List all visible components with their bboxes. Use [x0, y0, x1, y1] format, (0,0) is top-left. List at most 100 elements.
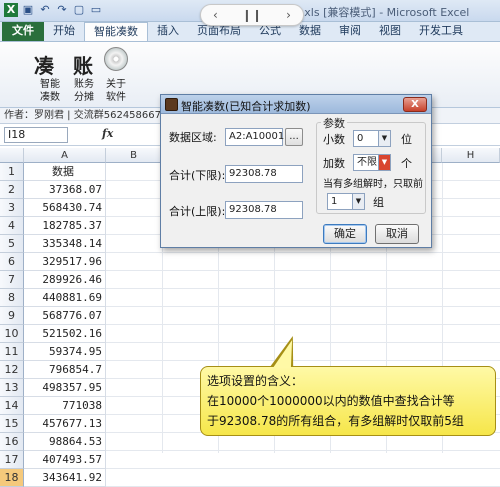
table-row: 7 289926.46	[0, 271, 500, 289]
column-header-a[interactable]: A	[24, 148, 106, 163]
column-header-b[interactable]: B	[106, 148, 162, 163]
row-header[interactable]: 17	[0, 451, 24, 469]
cell-a[interactable]: 457677.13	[24, 415, 106, 433]
tab-review[interactable]: 审阅	[330, 22, 370, 41]
row-header[interactable]: 2	[0, 181, 24, 199]
about-button[interactable]: 关于 软件	[102, 78, 130, 104]
cell-a[interactable]: 37368.07	[24, 181, 106, 199]
cell-a[interactable]: 568430.74	[24, 199, 106, 217]
redo-icon[interactable]: ↷	[55, 3, 69, 17]
select-all-corner[interactable]	[0, 148, 24, 163]
cell-a[interactable]: 796854.7	[24, 361, 106, 379]
row-header[interactable]: 4	[0, 217, 24, 235]
close-button[interactable]: X	[403, 97, 427, 112]
undo-icon[interactable]: ↶	[38, 3, 52, 17]
row-header[interactable]: 3	[0, 199, 24, 217]
next-icon[interactable]: ›	[286, 8, 291, 22]
row-header[interactable]: 7	[0, 271, 24, 289]
fx-icon[interactable]: fx	[102, 127, 113, 140]
cell-a[interactable]: 335348.14	[24, 235, 106, 253]
cell-a[interactable]: 440881.69	[24, 289, 106, 307]
groups-select[interactable]: 1 ▼	[327, 193, 365, 210]
range-label: 数据区域:	[169, 131, 217, 144]
previous-icon[interactable]: ‹	[213, 8, 218, 22]
decimals-unit: 位	[401, 133, 412, 146]
row-header[interactable]: 6	[0, 253, 24, 271]
about-label-2: 软件	[106, 92, 126, 103]
empty-cells[interactable]	[106, 271, 500, 289]
pause-icon[interactable]: ❙❙	[242, 8, 262, 22]
cell-a[interactable]: 59374.95	[24, 343, 106, 361]
cell-a[interactable]: 182785.37	[24, 217, 106, 235]
addends-value: 不限	[357, 157, 377, 168]
save-icon[interactable]: ▣	[21, 3, 35, 17]
params-title: 参数	[321, 115, 347, 131]
new-file-icon[interactable]: ▢	[72, 3, 86, 17]
excel-icon: X	[4, 3, 18, 17]
empty-cells[interactable]	[106, 289, 500, 307]
lower-limit-input[interactable]: 92308.78	[225, 165, 303, 183]
empty-cells[interactable]	[106, 469, 500, 487]
cd-icon[interactable]	[104, 47, 128, 71]
decimals-select[interactable]: 0 ▼	[353, 130, 391, 147]
tab-file[interactable]: 文件	[2, 22, 44, 41]
tab-insert[interactable]: 插入	[148, 22, 188, 41]
empty-cells[interactable]	[106, 307, 500, 325]
cell-a[interactable]: 329517.96	[24, 253, 106, 271]
chevron-down-icon[interactable]: ▼	[378, 131, 390, 146]
empty-cells[interactable]	[106, 343, 500, 361]
decimals-value: 0	[357, 133, 364, 144]
dialog-title-bar[interactable]: 智能凑数(已知合计求加数) X	[161, 95, 431, 114]
row-header[interactable]: 13	[0, 379, 24, 397]
tab-developer[interactable]: 开发工具	[410, 22, 472, 41]
addends-unit: 个	[401, 157, 412, 170]
quick-access-toolbar: X ▣ ↶ ↷ ▢ ▭	[4, 3, 103, 17]
table-row: 9 568776.07	[0, 307, 500, 325]
table-row: 18 343641.92	[0, 469, 500, 487]
row-header[interactable]: 10	[0, 325, 24, 343]
chevron-down-icon[interactable]: ▼	[352, 194, 364, 209]
cancel-button[interactable]: 取消	[375, 224, 419, 244]
range-input[interactable]: A2:A10001	[225, 128, 284, 146]
smart-sum-dialog: 智能凑数(已知合计求加数) X 数据区域: A2:A10001 ... 合计(下…	[160, 94, 432, 248]
groups-unit: 组	[373, 196, 384, 209]
upper-limit-input[interactable]: 92308.78	[225, 201, 303, 219]
smart-sum-button[interactable]: 智能 凑数	[36, 78, 64, 104]
column-header-h[interactable]: H	[442, 148, 500, 163]
cell-a[interactable]: 771038	[24, 397, 106, 415]
dialog-title: 智能凑数(已知合计求加数)	[181, 100, 311, 113]
empty-cells[interactable]	[106, 451, 500, 469]
cell-a[interactable]: 289926.46	[24, 271, 106, 289]
tab-view[interactable]: 视图	[370, 22, 410, 41]
cell-a[interactable]: 343641.92	[24, 469, 106, 487]
row-header[interactable]: 16	[0, 433, 24, 451]
name-box[interactable]: I18	[4, 127, 68, 143]
row-header[interactable]: 18	[0, 469, 24, 487]
column-a-header-cell[interactable]: 数据	[24, 163, 106, 181]
video-player-controls: ‹ ❙❙ ›	[200, 4, 304, 26]
range-picker-button[interactable]: ...	[285, 128, 303, 146]
cell-a[interactable]: 407493.57	[24, 451, 106, 469]
cell-a[interactable]: 498357.95	[24, 379, 106, 397]
row-header[interactable]: 11	[0, 343, 24, 361]
callout-line-3: 于92308.78的所有组合，有多组解时仅取前5组	[207, 414, 464, 428]
row-header[interactable]: 15	[0, 415, 24, 433]
cell-a[interactable]: 98864.53	[24, 433, 106, 451]
open-folder-icon[interactable]: ▭	[89, 3, 103, 17]
cell-a[interactable]: 568776.07	[24, 307, 106, 325]
groups-value: 1	[331, 196, 338, 207]
tab-smart-sum[interactable]: 智能凑数	[84, 22, 148, 41]
empty-cells[interactable]	[106, 253, 500, 271]
tab-home[interactable]: 开始	[44, 22, 84, 41]
row-header[interactable]: 5	[0, 235, 24, 253]
ok-button[interactable]: 确定	[323, 224, 367, 244]
addends-select[interactable]: 不限 ▼	[353, 154, 391, 171]
cell-a[interactable]: 521502.16	[24, 325, 106, 343]
allocation-button[interactable]: 账务 分摊	[70, 78, 98, 104]
row-header[interactable]: 12	[0, 361, 24, 379]
row-header[interactable]: 9	[0, 307, 24, 325]
row-header[interactable]: 1	[0, 163, 24, 181]
chevron-down-icon[interactable]: ▼	[378, 155, 390, 170]
row-header[interactable]: 8	[0, 289, 24, 307]
row-header[interactable]: 14	[0, 397, 24, 415]
